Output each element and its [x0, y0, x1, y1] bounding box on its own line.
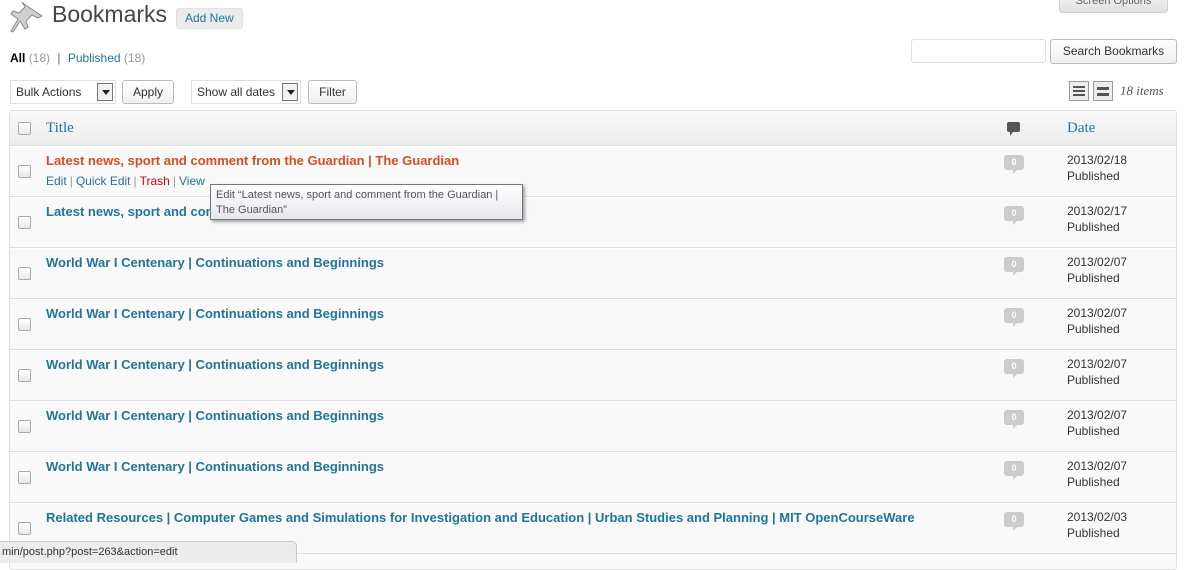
- row-status: Published: [1067, 169, 1120, 183]
- pushpin-icon: [10, 2, 43, 33]
- row-date-value: 2013/02/07: [1067, 408, 1128, 422]
- row-date: 2013/02/07 Published: [1067, 458, 1127, 490]
- dates-select[interactable]: Show all dates: [191, 80, 301, 104]
- filter-all-count: (18): [28, 51, 51, 65]
- bulk-actions-value: Bulk Actions: [16, 85, 82, 99]
- excerpt-view-icon[interactable]: [1093, 81, 1113, 101]
- row-trash-link[interactable]: Trash: [140, 174, 170, 188]
- row-actions-separator: |: [133, 174, 137, 188]
- row-date: 2013/02/07 Published: [1067, 356, 1127, 388]
- filter-all-link[interactable]: All: [10, 51, 25, 65]
- row-date: 2013/02/07 Published: [1067, 305, 1127, 337]
- row-actions-separator: |: [69, 174, 73, 188]
- filter-published-count: (18): [123, 51, 146, 65]
- row-status: Published: [1067, 373, 1120, 387]
- comment-count-bubble[interactable]: 0: [1004, 410, 1024, 429]
- row-date-value: 2013/02/17: [1067, 204, 1128, 218]
- row-checkbox[interactable]: [18, 471, 31, 484]
- row-checkbox[interactable]: [18, 318, 31, 331]
- row-status: Published: [1067, 526, 1120, 540]
- comment-count-bubble[interactable]: 0: [1004, 155, 1024, 174]
- status-filter-links: All (18) | Published (18): [10, 51, 145, 65]
- row-date-value: 2013/02/07: [1067, 306, 1128, 320]
- row-status: Published: [1067, 475, 1120, 489]
- row-status: Published: [1067, 424, 1120, 438]
- bookmarks-table: Title Date Latest news, sport and commen…: [9, 110, 1177, 570]
- row-date-value: 2013/02/07: [1067, 255, 1128, 269]
- row-date: 2013/02/03 Published: [1067, 509, 1127, 541]
- filter-published-link[interactable]: Published: [68, 51, 121, 65]
- row-actions-separator: |: [172, 174, 176, 188]
- bulk-actions-select[interactable]: Bulk Actions: [10, 80, 116, 104]
- row-view-link[interactable]: View: [179, 174, 205, 188]
- row-date: 2013/02/07 Published: [1067, 254, 1127, 286]
- table-row: World War I Centenary | Continuations an…: [10, 452, 1176, 503]
- row-checkbox[interactable]: [18, 420, 31, 433]
- table-row: World War I Centenary | Continuations an…: [10, 350, 1176, 401]
- comment-count-bubble[interactable]: 0: [1004, 206, 1024, 225]
- row-checkbox[interactable]: [18, 165, 31, 178]
- row-date-value: 2013/02/18: [1067, 153, 1128, 167]
- table-header: Title Date: [10, 111, 1176, 146]
- comment-count-bubble[interactable]: 0: [1004, 257, 1024, 276]
- chevron-down-icon: [97, 83, 113, 101]
- search-input[interactable]: [911, 39, 1046, 63]
- comment-count-bubble[interactable]: 0: [1004, 461, 1024, 480]
- row-status: Published: [1067, 220, 1120, 234]
- row-date-value: 2013/02/07: [1067, 459, 1128, 473]
- row-checkbox[interactable]: [18, 216, 31, 229]
- search-bookmarks-button[interactable]: Search Bookmarks: [1050, 39, 1177, 64]
- row-title-link[interactable]: World War I Centenary | Continuations an…: [46, 408, 384, 423]
- row-quick-edit-link[interactable]: Quick Edit: [76, 174, 131, 188]
- row-title-link[interactable]: Latest news, sport and comment from the …: [46, 153, 459, 168]
- row-status: Published: [1067, 322, 1120, 336]
- comment-count-bubble[interactable]: 0: [1004, 359, 1024, 378]
- table-row: Latest news, sport and comment from the …: [10, 146, 1176, 197]
- row-status: Published: [1067, 271, 1120, 285]
- row-title-link[interactable]: World War I Centenary | Continuations an…: [46, 306, 384, 321]
- row-title-link[interactable]: World War I Centenary | Continuations an…: [46, 357, 384, 372]
- items-count: 18 items: [1120, 83, 1164, 98]
- row-title-link[interactable]: Related Resources | Computer Games and S…: [46, 510, 915, 525]
- row-checkbox[interactable]: [18, 267, 31, 280]
- add-new-button[interactable]: Add New: [176, 8, 243, 29]
- row-date-value: 2013/02/07: [1067, 357, 1128, 371]
- row-date: 2013/02/17 Published: [1067, 203, 1127, 235]
- list-view-icon[interactable]: [1069, 81, 1089, 101]
- browser-status-bar: min/post.php?post=263&action=edit: [0, 541, 297, 563]
- row-checkbox[interactable]: [18, 522, 31, 535]
- comment-count-bubble[interactable]: 0: [1004, 308, 1024, 327]
- row-actions: Edit | Quick Edit | Trash | View: [46, 174, 205, 188]
- screen-options-button[interactable]: Screen Options: [1059, 0, 1168, 13]
- row-date: 2013/02/07 Published: [1067, 407, 1127, 439]
- select-all-checkbox[interactable]: [18, 122, 31, 135]
- row-title-link[interactable]: World War I Centenary | Continuations an…: [46, 255, 384, 270]
- row-date-value: 2013/02/03: [1067, 510, 1128, 524]
- row-edit-link[interactable]: Edit: [46, 174, 67, 188]
- apply-button[interactable]: Apply: [122, 80, 174, 104]
- chevron-down-icon: [282, 83, 298, 101]
- table-row: World War I Centenary | Continuations an…: [10, 248, 1176, 299]
- row-title-link[interactable]: World War I Centenary | Continuations an…: [46, 459, 384, 474]
- page-title: Bookmarks: [52, 1, 168, 27]
- column-title-header[interactable]: Title: [46, 120, 74, 137]
- table-row: World War I Centenary | Continuations an…: [10, 299, 1176, 350]
- filter-separator: |: [57, 51, 61, 65]
- row-date: 2013/02/18 Published: [1067, 152, 1127, 184]
- comments-column-icon: [1007, 122, 1020, 136]
- column-date-header[interactable]: Date: [1067, 120, 1095, 137]
- comment-count-bubble[interactable]: 0: [1004, 512, 1024, 531]
- table-row: Latest news, sport and comment from the …: [10, 197, 1176, 248]
- table-row: World War I Centenary | Continuations an…: [10, 401, 1176, 452]
- dates-value: Show all dates: [197, 85, 276, 99]
- edit-tooltip: Edit “Latest news, sport and comment fro…: [210, 184, 523, 220]
- filter-button[interactable]: Filter: [308, 80, 357, 104]
- row-checkbox[interactable]: [18, 369, 31, 382]
